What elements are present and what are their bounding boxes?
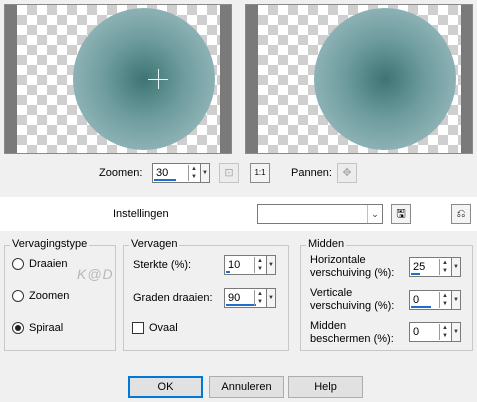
zoom-actual-size-button[interactable]: 1:1 [250,163,270,183]
protect-label-1: Midden [310,320,347,332]
h-offset-label-2: verschuiving (%): [310,267,395,279]
h-offset-value[interactable]: 25 [413,261,425,273]
arrow-down-icon: ▼ [442,301,448,307]
rotate-label: Graden draaien: [133,292,213,304]
rotate-spin-arrows[interactable]: ▲ ▼ [254,290,265,306]
move-icon: ✥ [342,167,352,179]
h-offset-underline [411,273,420,275]
v-offset-value[interactable]: 0 [413,294,419,306]
protect-stepper[interactable]: 0 ▲ ▼ ▼ [409,322,461,342]
arrow-up-icon: ▲ [257,291,263,297]
arrow-down-icon: ▼ [191,174,197,180]
zoom-spin-arrows[interactable]: ▲ ▼ [188,165,199,181]
rotate-dropdown-icon[interactable]: ▼ [266,288,275,308]
preview-after-image [314,8,456,150]
rotate-stepper[interactable]: 90 ▲ ▼ ▼ [224,288,276,308]
radio-zoomen[interactable] [12,290,24,302]
rotate-underline [226,304,256,306]
strength-stepper[interactable]: 10 ▲ ▼ ▼ [224,255,276,275]
h-offset-dropdown-icon[interactable]: ▼ [451,257,460,277]
protect-dropdown-icon[interactable]: ▼ [451,322,460,342]
arrow-up-icon: ▲ [442,293,448,299]
arrow-up-icon: ▲ [257,258,263,264]
rotate-value[interactable]: 90 [228,292,240,304]
arrow-up-icon: ▲ [442,325,448,331]
v-offset-label-2: verschuiving (%): [310,300,395,312]
arrow-down-icon: ▼ [442,268,448,274]
v-offset-label-1: Verticale [310,287,353,299]
strength-dropdown-icon[interactable]: ▼ [266,255,275,275]
zoom-label: Zoomen: [99,167,143,179]
preview-before-canvas[interactable] [17,5,220,153]
strength-label: Sterkte (%): [133,259,192,271]
blend-type-title: Vervagingstype [10,238,90,250]
preview-after [245,4,473,154]
pan-button[interactable]: ✥ [337,163,357,183]
preview-before [4,4,232,154]
arrow-down-icon: ▼ [257,266,263,272]
zoom-dropdown-icon[interactable]: ▼ [200,163,209,183]
ok-button[interactable]: OK [128,376,203,398]
actual-size-icon: 1:1 [254,168,266,177]
blur-title: Vervagen [129,238,180,250]
protect-label-2: beschermen (%): [310,333,394,345]
strength-spin-arrows[interactable]: ▲ ▼ [254,257,265,273]
center-title: Midden [306,238,347,250]
radio-spiraal-label[interactable]: Spiraal [29,322,63,334]
v-offset-stepper[interactable]: 0 ▲ ▼ ▼ [409,290,461,310]
arrow-down-icon: ▼ [257,299,263,305]
h-offset-stepper[interactable]: 25 ▲ ▼ ▼ [409,257,461,277]
protect-value[interactable]: 0 [413,326,419,338]
preview-before-image [73,8,215,150]
zoom-stepper[interactable]: 30 ▲ ▼ ▼ [152,163,210,183]
v-offset-spin-arrows[interactable]: ▲ ▼ [439,292,450,308]
settings-combo[interactable]: ⌄ [257,204,383,224]
radio-spiraal[interactable] [12,322,24,334]
chevron-down-icon[interactable]: ⌄ [367,205,382,223]
oval-label[interactable]: Ovaal [149,322,178,334]
reset-icon: ⎌ [456,208,466,220]
protect-spin-arrows[interactable]: ▲ ▼ [439,324,450,340]
radio-draaien[interactable] [12,258,24,270]
fit-icon: ⊡ [224,167,234,179]
v-offset-underline [411,306,431,308]
save-settings-button[interactable]: 🖫 [391,204,411,224]
pan-label: Pannen: [291,167,332,179]
strength-underline [226,271,230,273]
cancel-button[interactable]: Annuleren [209,376,284,398]
kad-watermark: K@D [77,266,114,282]
radio-zoomen-label[interactable]: Zoomen [29,290,69,302]
h-offset-label-1: Horizontale [310,254,366,266]
arrow-up-icon: ▲ [442,260,448,266]
radio-draaien-label[interactable]: Draaien [29,258,68,270]
arrow-down-icon: ▼ [442,333,448,339]
v-offset-dropdown-icon[interactable]: ▼ [451,290,460,310]
save-icon: 🖫 [396,208,406,220]
settings-label: Instellingen [113,208,169,220]
oval-checkbox[interactable] [132,322,144,334]
zoom-underline [154,179,176,181]
center-crosshair-icon-v[interactable] [158,69,159,89]
arrow-up-icon: ▲ [191,166,197,172]
reset-settings-button[interactable]: ⎌ [451,204,471,224]
strength-value[interactable]: 10 [228,259,240,271]
preview-after-canvas [258,5,461,153]
zoom-fit-button[interactable]: ⊡ [219,163,239,183]
h-offset-spin-arrows[interactable]: ▲ ▼ [439,259,450,275]
help-button[interactable]: Help [288,376,363,398]
zoom-value[interactable]: 30 [156,167,168,179]
